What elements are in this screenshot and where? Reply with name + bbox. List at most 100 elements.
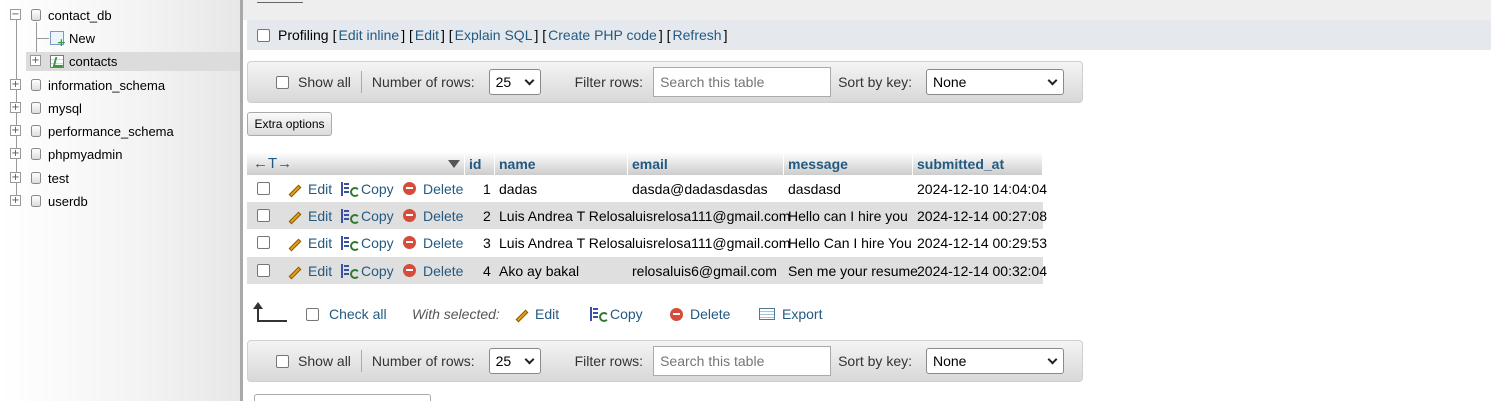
column-header-email[interactable]: email [628,152,784,175]
row-edit-action[interactable]: Edit [288,181,332,197]
navigation-sidebar: − contact_db New + contacts + informatio… [0,0,240,401]
row-edit-action[interactable]: Edit [288,208,332,224]
check-all-checkbox[interactable] [306,307,319,321]
cell-id: 3 [483,234,491,251]
cell-email: luisrelosa111@gmail.com [632,207,791,224]
column-header-name[interactable]: name [495,152,628,175]
bulk-copy-button[interactable]: Copy [590,306,643,322]
row-checkbox[interactable] [257,236,270,249]
explain-sql-link[interactable]: Explain SQL [455,27,533,43]
chevron-down-icon [1047,354,1058,365]
number-of-rows-select[interactable]: 25 [488,348,541,374]
sidebar-db-test[interactable]: test [48,168,69,188]
row-delete-action[interactable]: Delete [403,208,463,224]
column-header-id[interactable]: id [465,152,495,175]
filter-rows-input[interactable]: Search this table [653,346,832,376]
number-of-rows-select[interactable]: 25 [488,69,541,95]
expand-icon[interactable]: + [30,55,41,66]
sort-triangle-icon[interactable] [448,160,460,174]
cell-message: dasdasd [788,180,841,197]
row-delete-action[interactable]: Delete [403,181,463,197]
sort-by-key-select[interactable]: None [926,348,1064,374]
edit-link[interactable]: Edit [415,27,439,43]
edit-label: Edit [308,262,333,279]
refresh-link[interactable]: Refresh [673,27,722,43]
profiling-checkbox[interactable] [257,28,270,42]
copy-label: Copy [361,180,394,197]
expand-icon[interactable]: + [10,195,21,206]
row-edit-action[interactable]: Edit [288,263,332,279]
expand-icon[interactable]: + [10,102,21,113]
edit-inline-link[interactable]: Edit inline [338,27,399,43]
bulk-edit-button[interactable]: Edit [515,306,560,323]
row-checkbox[interactable] [257,209,270,222]
copy-icon [341,263,360,279]
pencil-icon [288,238,302,251]
delete-icon [403,264,416,277]
row-delete-action[interactable]: Delete [403,235,463,251]
sort-by-key-value: None [933,74,967,90]
database-icon [31,79,41,91]
expand-icon[interactable]: + [10,125,21,136]
query-results-operations-tab[interactable] [254,394,431,401]
bulk-export-label: Export [782,306,823,322]
filter-rows-input[interactable]: Search this table [653,67,832,97]
expand-icon[interactable]: + [10,148,21,159]
cell-submitted-at: 2024-12-14 00:32:04 [917,262,1047,279]
new-table-icon [50,31,66,49]
show-all-label: Show all [298,353,351,369]
row-copy-action[interactable]: Copy [341,181,394,197]
row-checkbox[interactable] [257,182,270,195]
cell-submitted-at: 2024-12-14 00:27:08 [917,207,1047,224]
filter-rows-label: Filter rows: [574,74,644,90]
sidebar-db-information-schema[interactable]: information_schema [48,75,165,95]
row-edit-action[interactable]: Edit [288,235,332,251]
cell-name: Luis Andrea T Relosa [499,234,633,251]
expand-icon[interactable]: + [10,172,21,183]
cell-name: Luis Andrea T Relosa [499,207,633,224]
bulk-export-button[interactable]: Export [759,306,822,322]
row-copy-action[interactable]: Copy [341,235,394,251]
pencil-icon [288,184,302,197]
row-copy-action[interactable]: Copy [341,208,394,224]
chevron-down-icon [524,75,535,86]
row-copy-action[interactable]: Copy [341,263,394,279]
sidebar-db-userdb[interactable]: userdb [48,191,88,211]
sort-by-key-select[interactable]: None [926,69,1064,95]
sidebar-db-contact-db[interactable]: contact_db [48,5,112,25]
create-php-code-link[interactable]: Create PHP code [548,27,657,43]
separator [360,71,362,93]
extra-options-button[interactable]: Extra options [247,112,332,136]
sidebar-item-contacts[interactable]: contacts [69,51,117,71]
delete-label: Delete [423,262,464,279]
filter-rows-label: Filter rows: [574,353,644,369]
sidebar-db-performance-schema[interactable]: performance_schema [48,121,174,141]
sidebar-db-phpmyadmin[interactable]: phpmyadmin [48,144,122,164]
copy-icon [341,181,360,197]
bulk-edit-label: Edit [535,306,560,322]
column-header-submitted-at[interactable]: submitted_at [913,152,1043,175]
column-move-arrows-icon[interactable]: ←T→ [253,155,292,172]
cell-submitted-at: 2024-12-14 00:29:53 [917,234,1047,251]
delete-label: Delete [423,180,464,197]
expand-icon[interactable]: + [10,79,21,90]
bulk-delete-button[interactable]: Delete [670,306,730,322]
copy-icon [341,235,360,251]
table-navigation-top: Show all Number of rows: 25 Filter rows:… [247,61,1083,103]
sidebar-db-mysql[interactable]: mysql [48,98,82,118]
cell-message: Hello Can I hire You [788,234,912,251]
profiling-bar: Profiling [Edit inline] [Edit] [Explain … [247,20,1491,50]
column-header-message[interactable]: message [784,152,913,175]
row-checkbox[interactable] [257,264,270,277]
cell-name: dadas [499,180,538,197]
show-all-checkbox[interactable] [276,75,289,89]
number-of-rows-label: Number of rows: [371,74,475,90]
check-all-label[interactable]: Check all [329,306,387,322]
show-all-checkbox[interactable] [276,354,289,368]
arrow-up-icon [253,302,287,322]
collapse-icon[interactable]: − [10,9,21,20]
row-delete-action[interactable]: Delete [403,263,463,279]
table-navigation-bottom: Show all Number of rows: 25 Filter rows:… [247,340,1083,382]
sidebar-item-new[interactable]: New [69,28,95,48]
top-tab-strip [243,0,1491,20]
